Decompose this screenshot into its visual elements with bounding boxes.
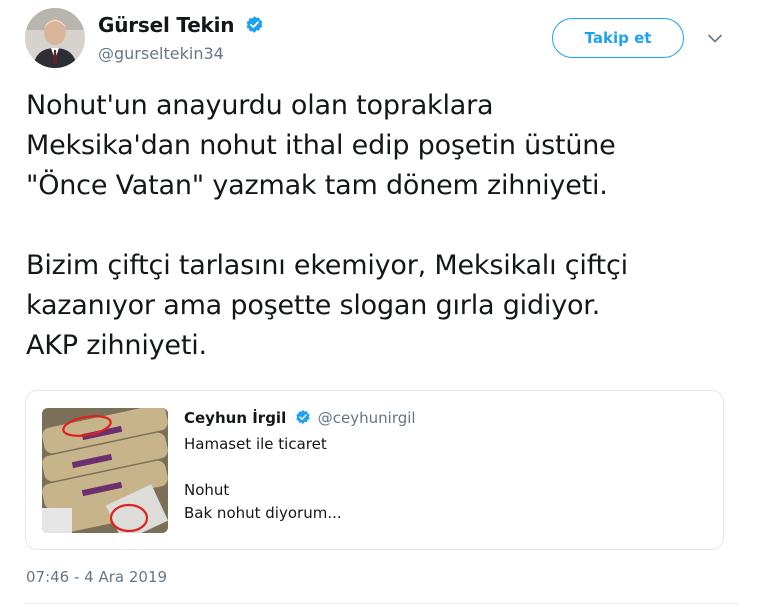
verified-badge-icon — [295, 409, 311, 429]
quoted-tweet[interactable]: Ceyhun İrgil @ceyhunirgil Hamaset ile ti… — [25, 390, 724, 550]
quoted-author-name[interactable]: Ceyhun İrgil — [184, 409, 286, 427]
quoted-author-handle[interactable]: @ceyhunirgil — [318, 409, 416, 427]
tweet-line: Bizim çiftçi tarlasını ekemiyor, Meksika… — [26, 250, 628, 281]
author-avatar[interactable] — [25, 8, 85, 68]
quoted-line: Hamaset ile ticaret — [184, 435, 327, 453]
quoted-tweet-text: Hamaset ile ticaret Nohut Bak nohut diyo… — [184, 433, 342, 525]
verified-badge-icon — [245, 15, 264, 39]
divider — [25, 603, 739, 604]
author-name-text[interactable]: Gürsel Tekin — [98, 13, 235, 37]
tweet-line: kazanıyor ama poşette slogan gırla gidiy… — [26, 290, 601, 321]
tweet-timestamp[interactable]: 07:46 - 4 Ara 2019 — [26, 568, 167, 586]
quoted-line: Bak nohut diyorum... — [184, 504, 342, 522]
author-name[interactable]: Gürsel Tekin — [98, 13, 264, 39]
tweet-line: AKP zihniyeti. — [26, 330, 207, 361]
follow-button[interactable]: Takip et — [552, 18, 684, 58]
quoted-tweet-image[interactable] — [42, 408, 168, 533]
tweet-text: Nohut'un anayurdu olan topraklara Meksik… — [26, 86, 746, 366]
tweet-line: "Önce Vatan" yazmak tam dönem zihniyeti. — [26, 170, 608, 201]
tweet-line: Nohut'un anayurdu olan topraklara — [26, 90, 494, 121]
chevron-down-icon[interactable] — [705, 30, 725, 46]
quoted-tweet-header: Ceyhun İrgil @ceyhunirgil — [184, 409, 416, 429]
quoted-line: Nohut — [184, 481, 230, 499]
tweet-line: Meksika'dan nohut ithal edip poşetin üst… — [26, 130, 616, 161]
author-handle[interactable]: @gurseltekin34 — [98, 44, 224, 63]
tweet-header: Gürsel Tekin @gurseltekin34 Takip et — [25, 8, 739, 68]
